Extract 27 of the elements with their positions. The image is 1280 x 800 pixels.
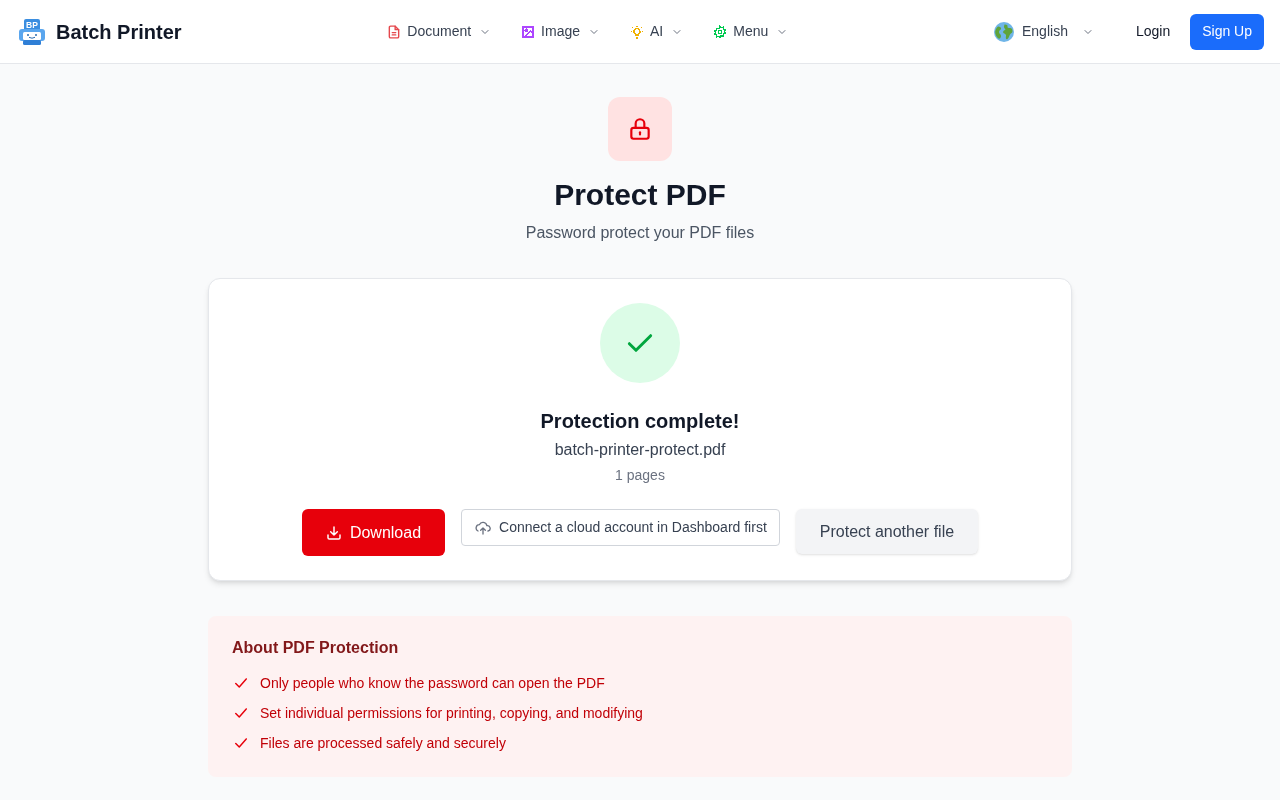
protect-another-button[interactable]: Protect another file: [795, 509, 979, 554]
download-icon: [325, 524, 342, 541]
cloud-upload-icon: [475, 519, 492, 536]
globe-icon: [994, 21, 1014, 42]
file-name: batch-printer-protect.pdf: [554, 440, 726, 460]
check-icon: [234, 676, 248, 690]
status-heading: Protection complete!: [540, 409, 740, 434]
info-point: Set individual permissions for printing, copying, and modifying: [260, 704, 643, 723]
nav-dropdown[interactable]: AI: [630, 21, 684, 42]
lock-icon: [608, 97, 672, 161]
nav-dropdown[interactable]: Image: [521, 21, 601, 42]
check-icon: [234, 706, 248, 720]
nav-dropdown[interactable]: Menu: [713, 21, 789, 42]
info-point: Only people who know the password can open the PDF: [260, 674, 605, 693]
page-count: 1 pages: [615, 466, 665, 485]
info-point: Files are processed safely and securely: [260, 734, 506, 753]
login-button[interactable]: Login: [1123, 13, 1183, 50]
nav-dropdown[interactable]: Document: [387, 21, 492, 42]
brand-name: Batch Printer: [56, 19, 182, 45]
sign-up-button[interactable]: Sign Up: [1190, 13, 1264, 50]
info-heading: About PDF Protection: [232, 638, 400, 658]
language-selector[interactable]: English: [994, 21, 1094, 42]
page-title: Protect PDF: [554, 177, 726, 213]
page-subtitle: Password protect your PDF files: [525, 223, 755, 243]
check-icon: [234, 736, 248, 750]
cloud-connect-button[interactable]: Connect a cloud account in Dashboard first: [461, 509, 780, 546]
download-button[interactable]: Download: [301, 509, 446, 556]
